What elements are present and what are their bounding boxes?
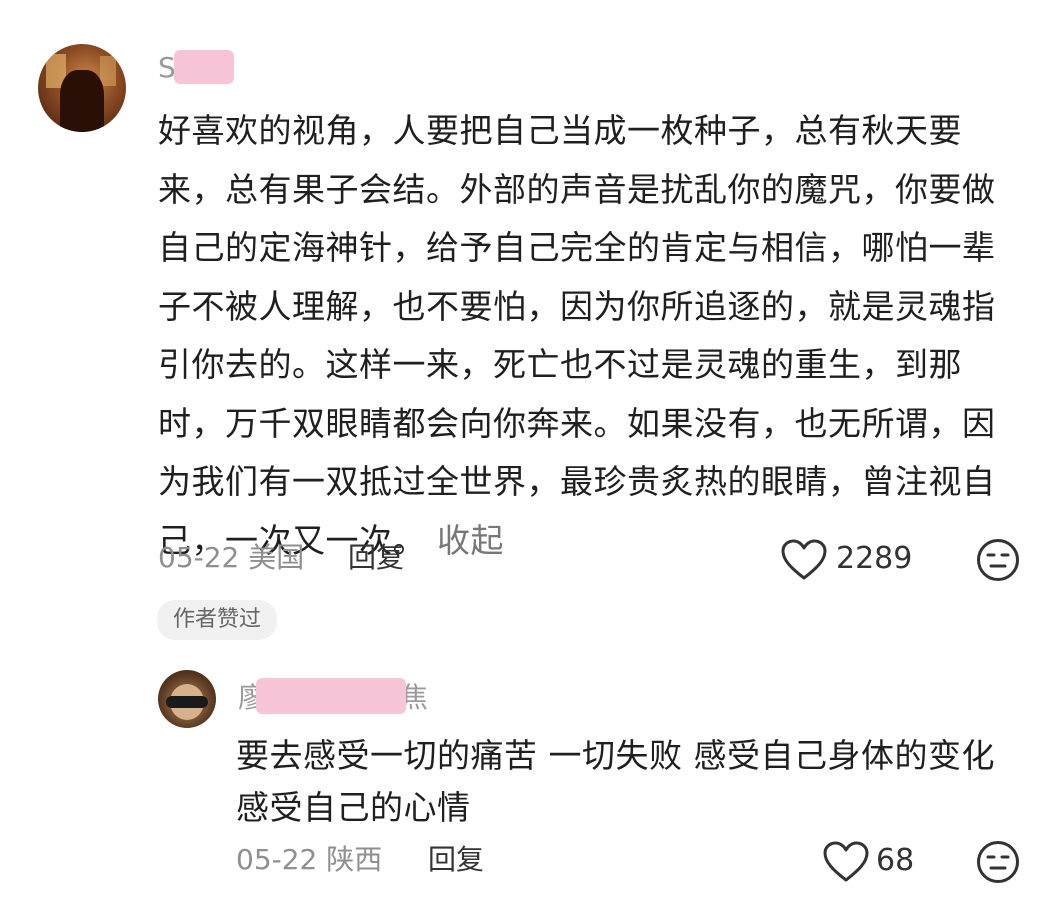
username-redaction <box>256 678 406 714</box>
username-redaction <box>174 50 234 84</box>
heart-outline-icon[interactable] <box>781 539 827 581</box>
emoji-face-icon[interactable] <box>976 538 1020 582</box>
reply-date: 05-22 <box>236 843 318 876</box>
reply-button[interactable]: 回复 <box>348 538 404 578</box>
like-count: 2289 <box>836 541 913 576</box>
reply-to-reply-button[interactable]: 回复 <box>428 840 484 880</box>
comment-location: 美国 <box>248 541 305 574</box>
reply-like-count: 68 <box>876 843 915 878</box>
reply-meta: 05-22 陕西 <box>236 840 382 880</box>
reply-avatar[interactable] <box>158 670 216 728</box>
collapse-link[interactable]: 收起 <box>426 521 504 560</box>
author-liked-badge: 作者赞过 <box>157 600 278 640</box>
emoji-face-icon[interactable] <box>976 840 1020 884</box>
comment-text-content: 好喜欢的视角，人要把自己当成一枚种子，总有秋天要来，总有果子会结。外部的声音是扰… <box>158 111 996 560</box>
comment-text: 好喜欢的视角，人要把自己当成一枚种子，总有秋天要来，总有果子会结。外部的声音是扰… <box>158 102 1028 570</box>
comment-meta: 05-22 美国 <box>158 538 304 578</box>
reply-text: 要去感受一切的痛苦 一切失败 感受自己身体的变化 感受自己的心情 <box>236 736 995 827</box>
commenter-avatar[interactable] <box>38 44 126 132</box>
reply-location: 陕西 <box>326 843 383 876</box>
heart-outline-icon[interactable] <box>823 841 869 883</box>
comment-date: 05-22 <box>158 541 240 574</box>
